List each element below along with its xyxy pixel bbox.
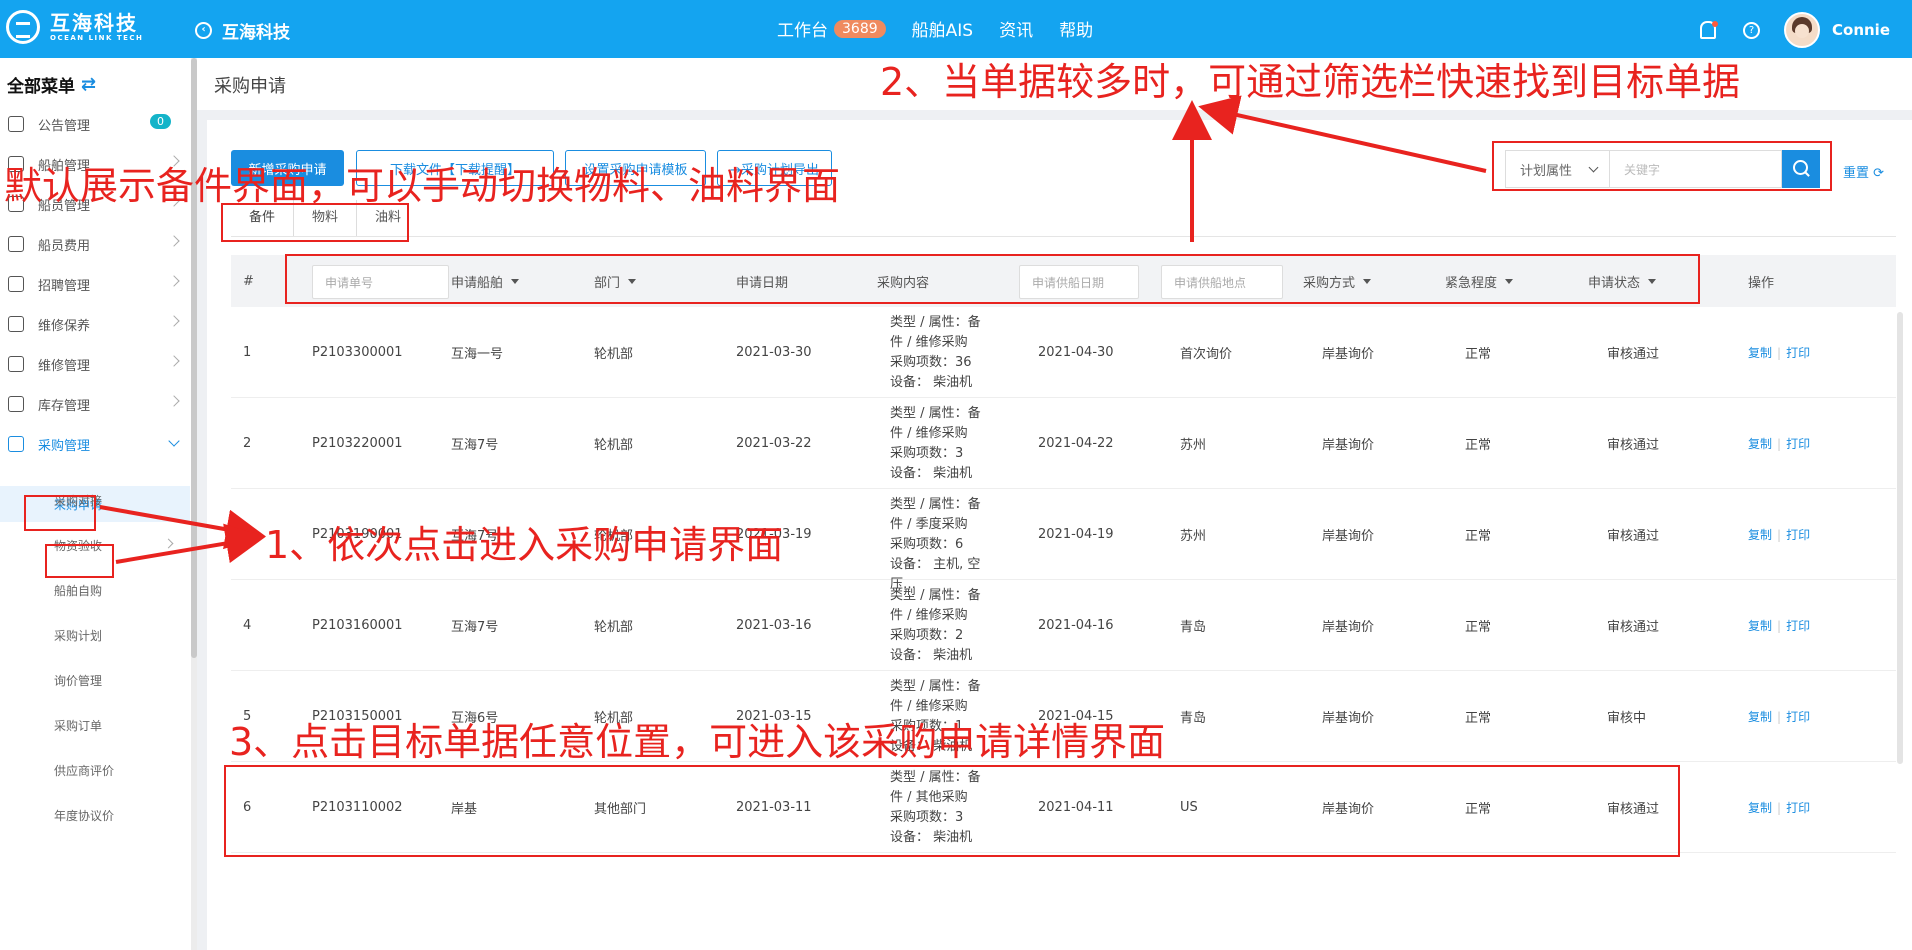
annotation-arrows bbox=[99, 95, 1487, 564]
app-root: 互海科技 OCEAN LINK TECH ‹ 互海科技 工作台 3689 船舶A… bbox=[0, 0, 1912, 950]
arrow-to-menu-text bbox=[99, 505, 266, 550]
arrow-from-filter bbox=[1198, 95, 1487, 173]
arrow-to-menu-text-2 bbox=[115, 523, 266, 564]
